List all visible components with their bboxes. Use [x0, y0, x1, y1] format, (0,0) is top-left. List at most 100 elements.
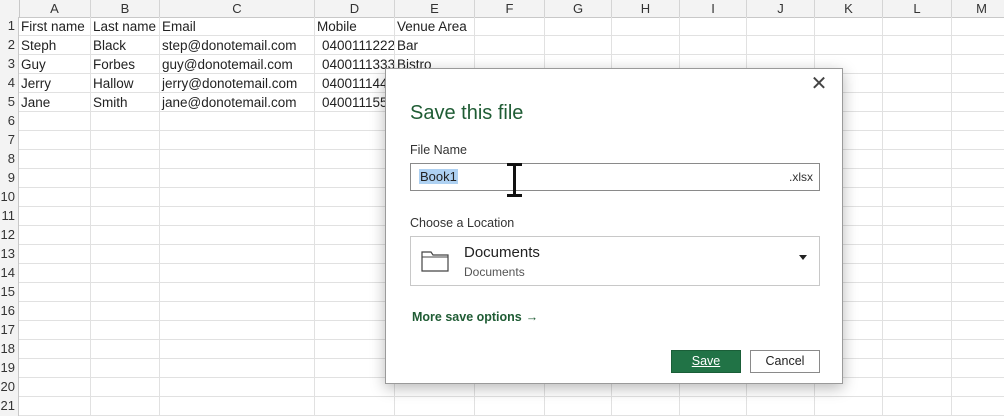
cell[interactable]: [315, 359, 395, 378]
cell[interactable]: guy@donotemail.com: [160, 55, 315, 74]
cell[interactable]: [315, 302, 395, 321]
cell[interactable]: [545, 397, 612, 416]
cell[interactable]: [19, 207, 91, 226]
cell[interactable]: [19, 397, 91, 416]
column-header-l[interactable]: L: [883, 0, 952, 17]
cell[interactable]: First name: [19, 17, 91, 36]
row-header[interactable]: 3: [0, 55, 19, 74]
cell[interactable]: Forbes: [91, 55, 160, 74]
row-header[interactable]: 7: [0, 131, 19, 150]
cell[interactable]: [19, 245, 91, 264]
cell[interactable]: Last name: [91, 17, 160, 36]
cell[interactable]: [315, 169, 395, 188]
cell[interactable]: [952, 150, 1004, 169]
cell[interactable]: [815, 17, 883, 36]
cell[interactable]: [91, 283, 160, 302]
cell[interactable]: [883, 93, 952, 112]
cell[interactable]: [315, 150, 395, 169]
row-header[interactable]: 11: [0, 207, 19, 226]
row-header[interactable]: 20: [0, 378, 19, 397]
cell[interactable]: [883, 283, 952, 302]
column-header-b[interactable]: B: [91, 0, 160, 17]
cell[interactable]: [952, 188, 1004, 207]
cell[interactable]: jerry@donotemail.com: [160, 74, 315, 93]
cell[interactable]: [160, 131, 315, 150]
cell[interactable]: [883, 17, 952, 36]
cell[interactable]: [160, 226, 315, 245]
cell[interactable]: [952, 321, 1004, 340]
cell[interactable]: [315, 226, 395, 245]
row-header[interactable]: 12: [0, 226, 19, 245]
cell[interactable]: [160, 397, 315, 416]
cell[interactable]: [883, 207, 952, 226]
cell[interactable]: [883, 112, 952, 131]
file-name-field[interactable]: Book1 .xlsx: [410, 163, 820, 197]
cell[interactable]: [315, 188, 395, 207]
cell[interactable]: [883, 131, 952, 150]
row-header[interactable]: 10: [0, 188, 19, 207]
cell[interactable]: [315, 264, 395, 283]
cell[interactable]: [883, 321, 952, 340]
cell[interactable]: Hallow: [91, 74, 160, 93]
cell[interactable]: [19, 169, 91, 188]
cell[interactable]: [952, 74, 1004, 93]
cell[interactable]: [883, 55, 952, 74]
cell[interactable]: [315, 245, 395, 264]
cell[interactable]: [883, 302, 952, 321]
more-save-options-link[interactable]: More save options →: [412, 310, 538, 324]
column-header-a[interactable]: A: [19, 0, 91, 17]
cell[interactable]: [160, 188, 315, 207]
cell[interactable]: [315, 340, 395, 359]
row-header[interactable]: 2: [0, 36, 19, 55]
cancel-button[interactable]: Cancel: [750, 350, 820, 373]
cell[interactable]: [91, 150, 160, 169]
cell[interactable]: [475, 397, 545, 416]
column-header-j[interactable]: J: [747, 0, 815, 17]
cell[interactable]: [680, 36, 747, 55]
cell[interactable]: [952, 264, 1004, 283]
cell[interactable]: [315, 283, 395, 302]
cell[interactable]: [747, 397, 815, 416]
cell[interactable]: [19, 378, 91, 397]
cell[interactable]: Jerry: [19, 74, 91, 93]
cell[interactable]: [747, 17, 815, 36]
cell[interactable]: [883, 74, 952, 93]
cell[interactable]: [315, 397, 395, 416]
chevron-down-icon[interactable]: [799, 255, 807, 260]
cell[interactable]: Venue Area: [395, 17, 475, 36]
cell[interactable]: [91, 245, 160, 264]
row-header[interactable]: 9: [0, 169, 19, 188]
cell[interactable]: [160, 321, 315, 340]
file-name-input[interactable]: Book1: [419, 169, 458, 184]
column-header-i[interactable]: I: [680, 0, 747, 17]
cell[interactable]: [91, 131, 160, 150]
cell[interactable]: [680, 397, 747, 416]
row-header[interactable]: 8: [0, 150, 19, 169]
row-header[interactable]: 15: [0, 283, 19, 302]
cell[interactable]: [91, 169, 160, 188]
column-header-f[interactable]: F: [475, 0, 545, 17]
cell[interactable]: [680, 17, 747, 36]
cell[interactable]: [315, 207, 395, 226]
cell[interactable]: [883, 36, 952, 55]
cell[interactable]: 0400111444: [315, 74, 395, 93]
cell[interactable]: [91, 264, 160, 283]
cell[interactable]: Email: [160, 17, 315, 36]
close-icon[interactable]: ✕: [810, 74, 828, 94]
cell[interactable]: [883, 169, 952, 188]
column-header-d[interactable]: D: [315, 0, 395, 17]
cell[interactable]: [315, 112, 395, 131]
cell[interactable]: [883, 150, 952, 169]
cell[interactable]: [160, 169, 315, 188]
row-header[interactable]: 5: [0, 93, 19, 112]
cell[interactable]: [91, 188, 160, 207]
cell[interactable]: [815, 397, 883, 416]
cell[interactable]: [91, 302, 160, 321]
cell[interactable]: [315, 378, 395, 397]
cell[interactable]: [952, 93, 1004, 112]
cell[interactable]: [952, 340, 1004, 359]
cell[interactable]: Jane: [19, 93, 91, 112]
column-header-k[interactable]: K: [815, 0, 883, 17]
cell[interactable]: [883, 245, 952, 264]
cell[interactable]: [952, 359, 1004, 378]
